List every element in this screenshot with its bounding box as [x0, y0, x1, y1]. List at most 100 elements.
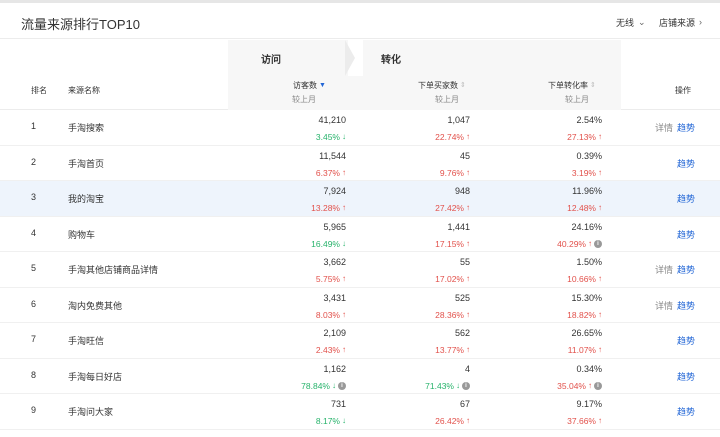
rate-value: 0.39% — [576, 150, 602, 161]
compare-change: 27.13% ↑ — [567, 132, 602, 142]
compare-change: 27.42% ↑ — [435, 203, 470, 213]
visitors-value: 11,544 — [319, 150, 346, 161]
row-rank: 3 — [31, 192, 37, 202]
visitors-cell: 11,544 6.37% ↑ — [316, 150, 346, 179]
visitors-value: 3,662 — [323, 257, 346, 267]
arrow-up-icon: ↑ — [342, 203, 346, 212]
buyers-cell: 562 13.77% ↑ — [435, 327, 470, 356]
buyers-value: 67 — [459, 399, 470, 409]
row-source-name: 我的淘宝 — [68, 194, 105, 204]
detail-link[interactable]: 详情 — [655, 265, 673, 275]
arrow-up-icon: ↑ — [598, 309, 602, 319]
arrow-up-icon: ↑ — [598, 274, 602, 283]
compare-change: 13.77% ↑ — [435, 345, 470, 355]
buyers-cell: 4 71.43% ↓ i — [425, 363, 470, 392]
col-rate[interactable]: 下单转化率 ⇕ — [548, 80, 596, 91]
table-row[interactable]: 4 购物车 5,965 16.49% ↓ 1,441 17.15% ↑ 24.16% 40.29%… — [0, 217, 720, 252]
compare-change: 11.07% ↑ — [567, 345, 602, 355]
table-row[interactable]: 8 手淘每日好店 1,162 78.84% ↓ i 4 71.43% ↓ i 0.34% 35.04%… — [0, 359, 720, 394]
trend-link[interactable]: 趋势 — [677, 336, 695, 346]
trend-link[interactable]: 趋势 — [677, 123, 695, 133]
visitors-cell: 1,162 78.84% ↓ i — [301, 363, 346, 392]
row-source-name: 手淘其他店铺商品详情 — [68, 265, 159, 275]
sort-icon[interactable]: ▼ — [319, 82, 326, 89]
rate-value: 2.54% — [576, 115, 602, 125]
buyers-cell: 1,047 22.74% ↑ — [435, 114, 470, 143]
col-visitors-compare: 较上月 — [292, 95, 316, 104]
rate-value: 15.30% — [571, 292, 602, 303]
row-rank: 5 — [31, 263, 37, 273]
rate-cell: 15.30% 18.82% ↑ — [567, 292, 602, 321]
table-header: 排名 来源名称 访客数 ▼ 较上月 下单买家数 ⇕ 较上月 下单转化率 ⇕ 较上月 操… — [0, 76, 720, 110]
arrow-up-icon: ↑ — [342, 167, 346, 177]
detail-link[interactable]: 详情 — [655, 301, 673, 311]
visitors-value: 731 — [330, 399, 346, 409]
col-rate-label: 下单转化率 — [548, 81, 588, 90]
compare-change: 13.28% ↑ — [311, 203, 346, 213]
rate-cell: 11.96% 12.48% ↑ — [567, 185, 602, 214]
trend-link[interactable]: 趋势 — [677, 407, 695, 417]
row-rank: 9 — [31, 405, 37, 415]
arrow-up-icon: ↑ — [598, 345, 602, 354]
table-row[interactable]: 7 手淘旺信 2,109 2.43% ↑ 562 13.77% ↑ 26.65% 11.07% ↑ 趋… — [0, 323, 720, 359]
trend-link[interactable]: 趋势 — [677, 159, 695, 169]
table-row[interactable]: 9 手淘问大家 731 8.17% ↓ 67 26.42% ↑ 9.17% 37.66% ↑ 趋势 — [0, 394, 720, 430]
col-visitors[interactable]: 访客数 ▼ — [293, 80, 326, 91]
sort-icon[interactable]: ⇕ — [590, 82, 596, 89]
rate-value: 26.65% — [571, 328, 602, 338]
rate-value: 1.50% — [576, 257, 602, 267]
arrow-up-icon: ↑ — [466, 309, 470, 319]
source-select[interactable]: 店铺来源 › — [659, 16, 702, 29]
info-icon[interactable]: i — [462, 381, 470, 390]
buyers-cell: 948 27.42% ↑ — [435, 185, 470, 214]
panel-title: 流量来源排行TOP10 — [21, 17, 140, 32]
table-row[interactable]: 3 我的淘宝 7,924 13.28% ↑ 948 27.42% ↑ 11.96% 12.48% ↑… — [0, 181, 720, 217]
info-icon[interactable]: i — [594, 239, 602, 248]
buyers-cell: 1,441 17.15% ↑ — [435, 221, 470, 250]
table-row[interactable]: 6 淘内免费其他 3,431 8.03% ↑ 525 28.36% ↑ 15.30% 18.82%… — [0, 288, 720, 323]
buyers-cell: 55 17.02% ↑ — [435, 256, 470, 285]
info-icon[interactable]: i — [594, 381, 602, 390]
col-source: 来源名称 — [68, 86, 100, 95]
rate-value: 0.34% — [576, 363, 602, 374]
arrow-up-icon: ↑ — [466, 167, 470, 177]
col-rate-compare: 较上月 — [565, 95, 589, 104]
chevron-down-icon: ⌄ — [638, 17, 646, 27]
arrow-up-icon: ↑ — [598, 416, 602, 425]
trend-link[interactable]: 趋势 — [677, 372, 695, 382]
row-rank: 4 — [31, 227, 37, 238]
compare-change: 22.74% ↑ — [435, 132, 470, 142]
compare-change: 71.43% ↓ i — [425, 380, 470, 392]
trend-link[interactable]: 趋势 — [677, 301, 695, 311]
panel-header: 流量来源排行TOP10 无线 ⌄ 店铺来源 › — [0, 3, 720, 39]
row-source-name: 淘内免费其他 — [68, 300, 123, 311]
arrow-up-icon: ↑ — [598, 132, 602, 141]
trend-link[interactable]: 趋势 — [677, 194, 695, 204]
arrow-up-icon: ↑ — [466, 203, 470, 212]
arrow-down-icon: ↓ — [342, 238, 346, 248]
table-row[interactable]: 5 手淘其他店铺商品详情 3,662 5.75% ↑ 55 17.02% ↑ 1.50% 10.6… — [0, 252, 720, 288]
compare-change: 16.49% ↓ — [311, 238, 346, 249]
buyers-value: 948 — [454, 186, 470, 196]
device-select[interactable]: 无线 ⌄ — [616, 16, 646, 29]
buyers-cell: 67 26.42% ↑ — [435, 398, 470, 427]
visitors-cell: 3,662 5.75% ↑ — [316, 256, 346, 285]
col-buyers[interactable]: 下单买家数 ⇕ — [418, 80, 466, 91]
table-row[interactable]: 1 手淘搜索 41,210 3.45% ↓ 1,047 22.74% ↑ 2.54% 27.13%… — [0, 110, 720, 146]
visitors-cell: 2,109 2.43% ↑ — [316, 327, 346, 356]
rate-cell: 26.65% 11.07% ↑ — [568, 327, 602, 356]
buyers-value: 562 — [454, 328, 470, 338]
table-row[interactable]: 2 手淘首页 11,544 6.37% ↑ 45 9.76% ↑ 0.39% 3.19% ↑ 趋势 — [0, 146, 720, 181]
chevron-right-icon: › — [699, 17, 703, 27]
arrow-up-icon: ↑ — [466, 416, 470, 425]
rate-cell: 0.39% 3.19% ↑ — [572, 150, 602, 179]
compare-change: 10.66% ↑ — [567, 274, 602, 284]
trend-link[interactable]: 趋势 — [677, 230, 695, 240]
info-icon[interactable]: i — [338, 381, 346, 390]
row-ops: 详情 趋势 — [655, 299, 695, 312]
detail-link[interactable]: 详情 — [655, 123, 673, 133]
compare-change: 40.29% ↑ i — [557, 238, 602, 250]
compare-change: 17.02% ↑ — [435, 274, 470, 284]
trend-link[interactable]: 趋势 — [677, 265, 695, 275]
sort-icon[interactable]: ⇕ — [460, 82, 466, 89]
